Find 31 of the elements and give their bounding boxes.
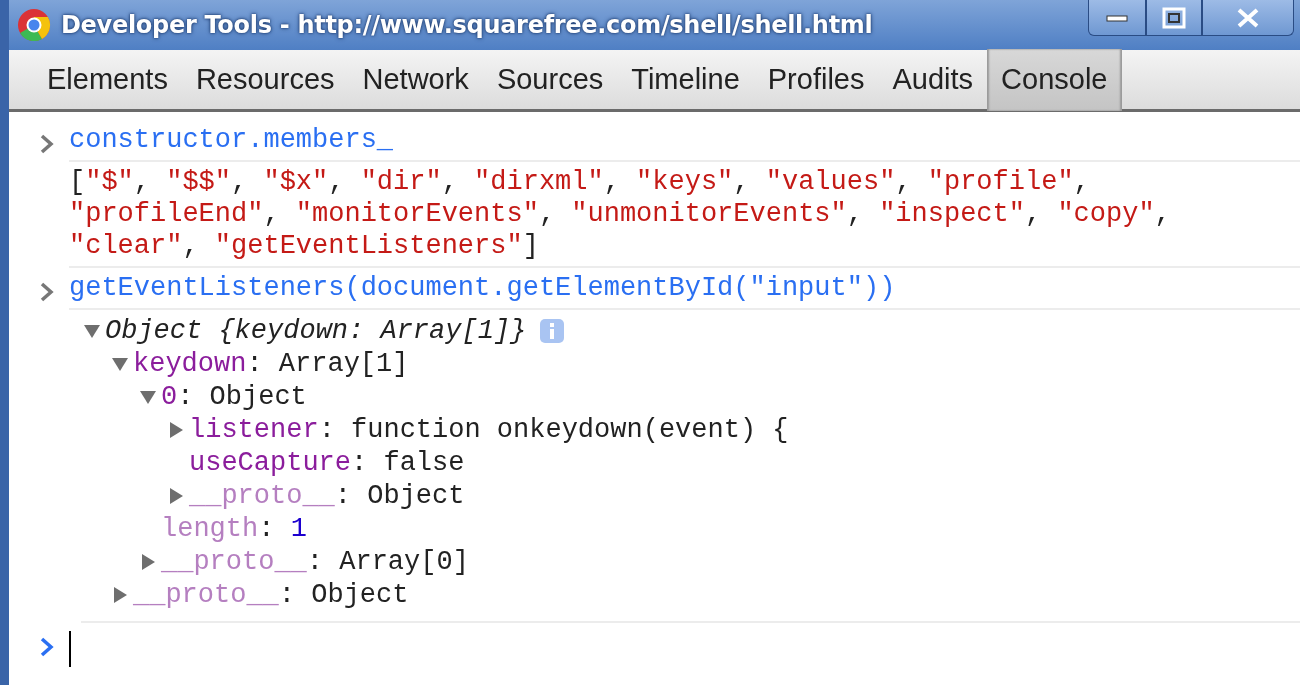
prompt-icon [39, 134, 55, 154]
window-title: Developer Tools - http://www.squarefree.com/shell/shell.html [61, 11, 874, 39]
console-output: ["$", "$$", "$x", "dir", "dirxml", "keys", "values", "profile", "profileEnd", "monitorEvents", "unmonitorEvents", "inspect", "copy", "clear", "getEventListeners"] [69, 166, 1171, 262]
panel-tab[interactable]: Resources [181, 48, 349, 111]
panel-tab[interactable]: Console [987, 48, 1122, 111]
minimize-icon [1106, 13, 1128, 22]
console-command: constructor.members_ [69, 124, 394, 156]
maximize-icon [1162, 6, 1186, 29]
property-row: length: 1 [161, 513, 307, 544]
property-row: useCapture: false [189, 447, 465, 478]
property-row: 0: Object [161, 381, 307, 412]
panel-tab[interactable]: Timeline [617, 48, 754, 111]
property-row: __proto__: Object [189, 480, 465, 511]
prompt-icon [39, 282, 55, 302]
prompt-icon [39, 637, 55, 657]
browser-logo-icon [17, 8, 51, 42]
console-command: getEventListeners(document.getElementById("input")) [69, 272, 896, 304]
panel-tab[interactable]: Sources [482, 48, 618, 111]
maximize-button[interactable] [1146, 0, 1202, 36]
minimize-button[interactable] [1088, 0, 1146, 36]
property-row: __proto__: Object [133, 579, 409, 610]
panel-tab[interactable]: Audits [878, 48, 988, 111]
panel-tab[interactable]: Network [348, 48, 483, 111]
panel-tab[interactable]: Elements [33, 48, 182, 111]
panel-tab[interactable]: Profiles [753, 48, 879, 111]
property-row: listener: function onkeydown(event) { [189, 414, 789, 445]
close-icon [1235, 6, 1261, 29]
property-row: __proto__: Array[0] [161, 546, 469, 577]
object-summary: Object {keydown: Array[1]} [105, 315, 527, 346]
close-button[interactable] [1202, 0, 1294, 36]
property-row: keydown: Array[1] [133, 348, 409, 379]
